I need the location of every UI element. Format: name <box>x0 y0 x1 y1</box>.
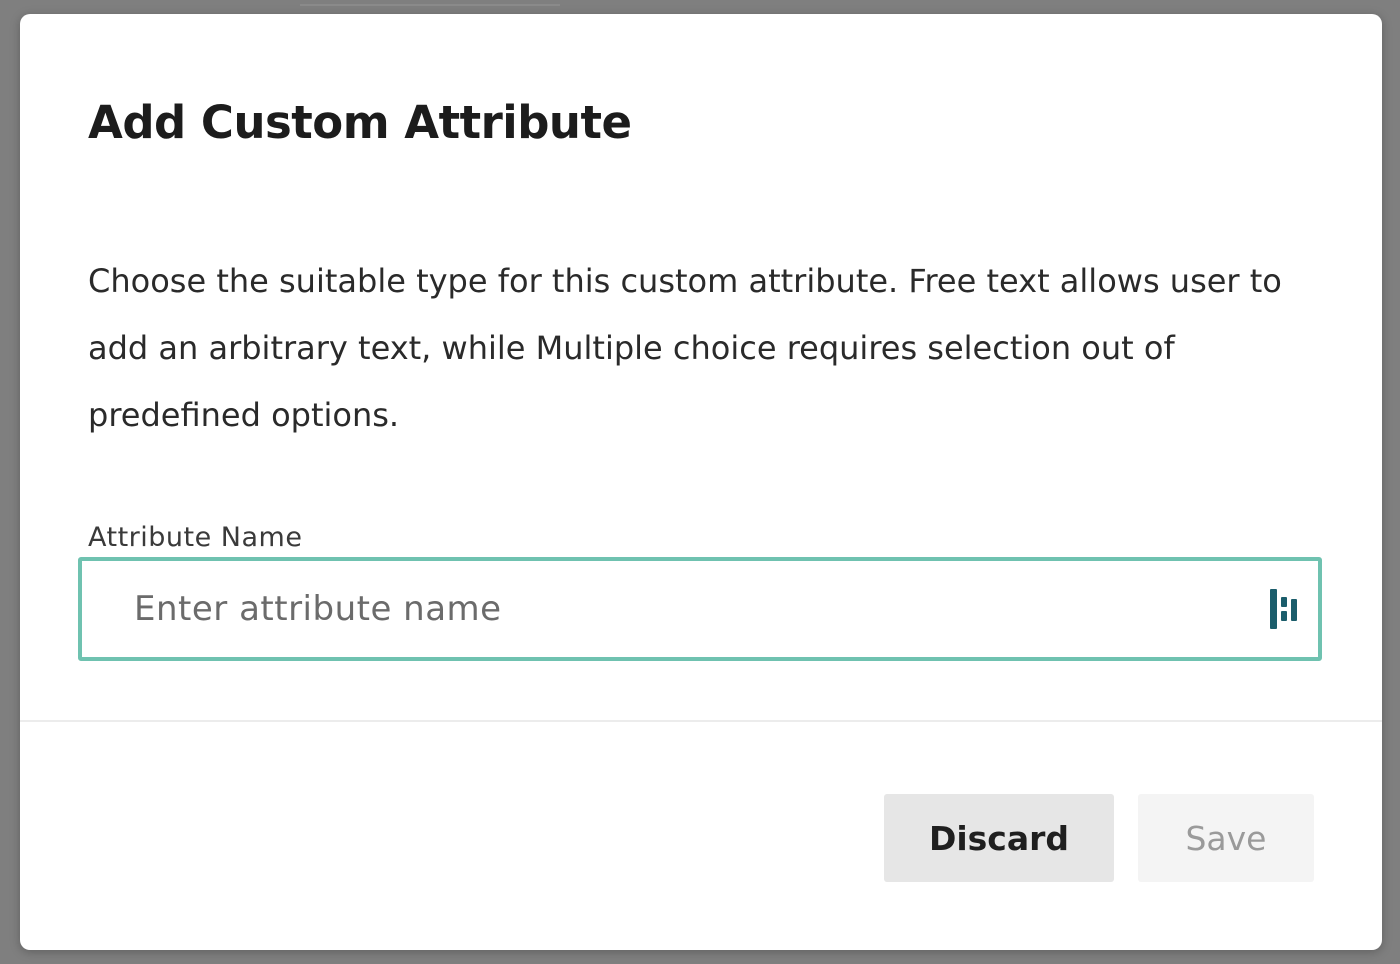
dialog-description: Choose the suitable type for this custom… <box>88 262 1282 434</box>
add-custom-attribute-dialog: Add Custom Attribute Choose the suitable… <box>20 14 1382 950</box>
discard-button[interactable]: Discard <box>884 794 1114 882</box>
attribute-name-label: Attribute Name <box>88 522 303 553</box>
backdrop-underlay-line <box>300 4 560 6</box>
attribute-name-field <box>78 557 1322 661</box>
password-manager-icon[interactable] <box>1268 587 1304 631</box>
footer-divider <box>20 720 1382 722</box>
dialog-title: Add Custom Attribute <box>88 96 632 149</box>
save-button[interactable]: Save <box>1138 794 1314 882</box>
attribute-name-input[interactable] <box>82 561 1262 657</box>
